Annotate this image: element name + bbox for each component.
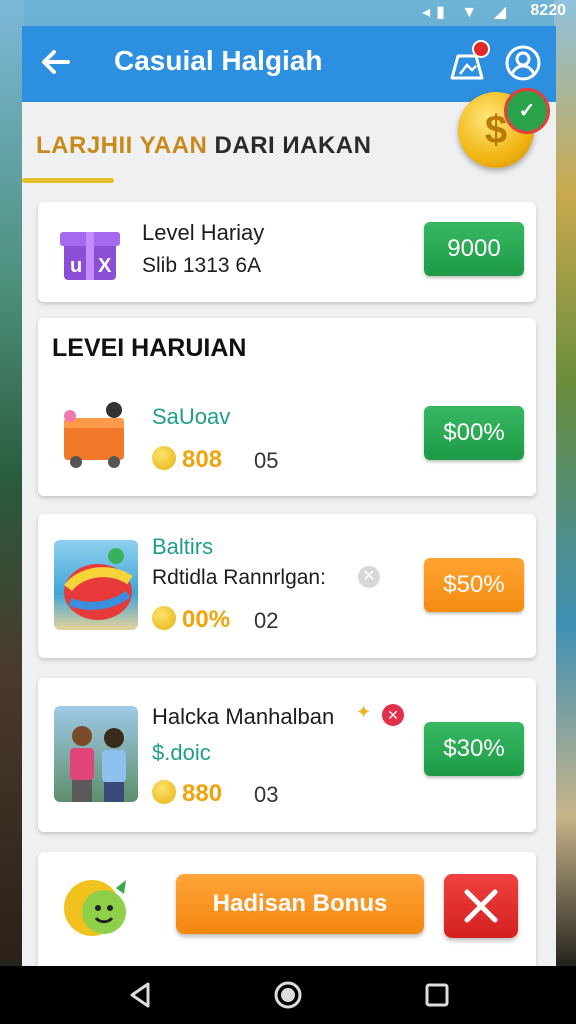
daily-item-1-coins: 808 [152, 446, 222, 474]
featured-detail: Slib 1313 6A [142, 254, 262, 277]
daily-item-2-price-button[interactable]: $50% [424, 558, 524, 612]
section-title-accent: LARJHII YAAN [36, 132, 208, 159]
bonus-button[interactable]: Hadisan Bonus [176, 874, 424, 934]
nav-back-icon[interactable] [124, 978, 158, 1012]
background-right-scenery [554, 0, 576, 960]
section-title: LARJHII YAAN DARI ИAKAN [36, 132, 371, 160]
app-window: Casuial Halgiah LARJHII YAAN DARI ИAKAN … [22, 26, 556, 966]
daily-item-3-count: 03 [254, 782, 279, 807]
nav-recents-icon[interactable] [420, 978, 454, 1012]
daily-item-2-title: Baltirs [152, 534, 214, 559]
sparkle-icon: ✦ [356, 702, 372, 722]
background-left-scenery [0, 0, 24, 960]
status-icons: ◂▮ ▼ ◢ [422, 4, 512, 21]
featured-price-button[interactable]: 9000 [424, 222, 524, 276]
coin-icon [152, 606, 176, 630]
smiling-coin-mascot-icon [56, 868, 132, 944]
svg-text:u: u [70, 255, 82, 277]
info-close-icon[interactable]: ✕ [358, 566, 380, 588]
top-app-bar: Casuial Halgiah [22, 26, 556, 102]
daily-item-1-title: SaUoav [152, 404, 231, 429]
status-time: 8220 [530, 2, 566, 19]
system-nav-bar [0, 966, 576, 1024]
people-photo-image [54, 706, 138, 802]
daily-item-3-price-button[interactable]: $30% [424, 722, 524, 776]
back-arrow-icon[interactable] [38, 44, 72, 89]
nav-home-icon[interactable] [271, 978, 305, 1012]
svg-text:X: X [98, 255, 112, 277]
checkmark-badge-icon[interactable]: ✓ [504, 88, 550, 134]
section-title-rest: DARI ИAKAN [207, 132, 372, 159]
close-x-icon[interactable] [444, 874, 518, 938]
daily-item-1-price-button[interactable]: $00% [424, 406, 524, 460]
beach-ball-image [54, 540, 138, 630]
daily-item-3-title: Halcka Manhalban [152, 704, 335, 729]
bonus-card: Hadisan Bonus [38, 852, 536, 966]
featured-name: Level Hariay [142, 220, 265, 245]
daily-item-3-coins: 880 [152, 780, 222, 808]
gift-box-icon: uX [58, 222, 122, 284]
coin-icon [152, 446, 176, 470]
daily-card-2: Baltirs Rdtidla Rannrlgan: ✕ 00% 02 $50% [38, 514, 536, 658]
profile-icon[interactable] [504, 44, 542, 82]
notification-dot [472, 40, 490, 58]
daily-heading: LEVEI HARUIAN [52, 334, 247, 362]
daily-card-3: Halcka Manhalban ✦ ✕ $.doic 880 03 $30% [38, 678, 536, 832]
featured-card: uX Level Hariay Slib 1313 6A 9000 [38, 202, 536, 302]
daily-item-2-subtitle: Rdtidla Rannrlgan: [152, 566, 326, 589]
daily-item-2-coins: 00% [152, 606, 230, 634]
status-bar: ◂▮ ▼ ◢ 8220 [0, 0, 576, 24]
section-underline [22, 178, 114, 183]
toy-cart-icon [58, 398, 132, 470]
map-pin-icon[interactable] [448, 40, 490, 82]
coin-icon [152, 780, 176, 804]
app-title: Casuial Halgiah [114, 45, 323, 76]
daily-item-1-count: 05 [254, 448, 279, 473]
daily-item-2-count: 02 [254, 608, 279, 633]
daily-item-3-subtitle: $.doic [152, 740, 211, 765]
daily-card-1: LEVEI HARUIAN SaUoav 808 05 $00% [38, 318, 536, 496]
remove-icon[interactable]: ✕ [382, 704, 404, 726]
